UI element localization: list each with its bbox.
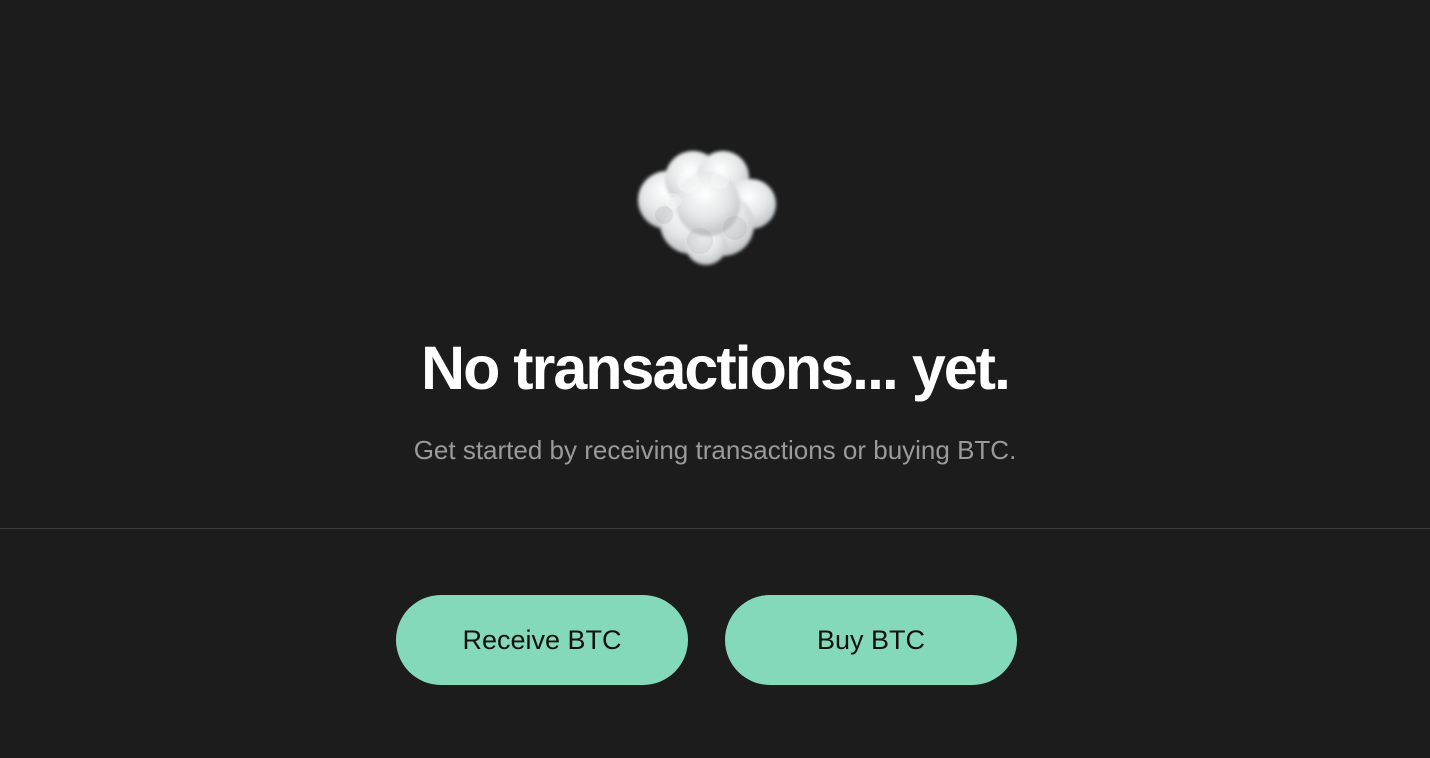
cloud-icon (630, 140, 786, 272)
divider (0, 528, 1430, 529)
action-buttons: Receive BTC Buy BTC (0, 595, 1430, 685)
empty-state-subtitle: Get started by receiving transactions or… (413, 435, 1017, 465)
buy-btc-button[interactable]: Buy BTC (725, 595, 1017, 685)
empty-state: No transactions... yet. Get started by r… (0, 0, 1430, 528)
empty-state-title: No transactions... yet. (421, 334, 1011, 402)
receive-btc-button[interactable]: Receive BTC (396, 595, 688, 685)
transactions-screen: No transactions... yet. Get started by r… (0, 0, 1430, 758)
